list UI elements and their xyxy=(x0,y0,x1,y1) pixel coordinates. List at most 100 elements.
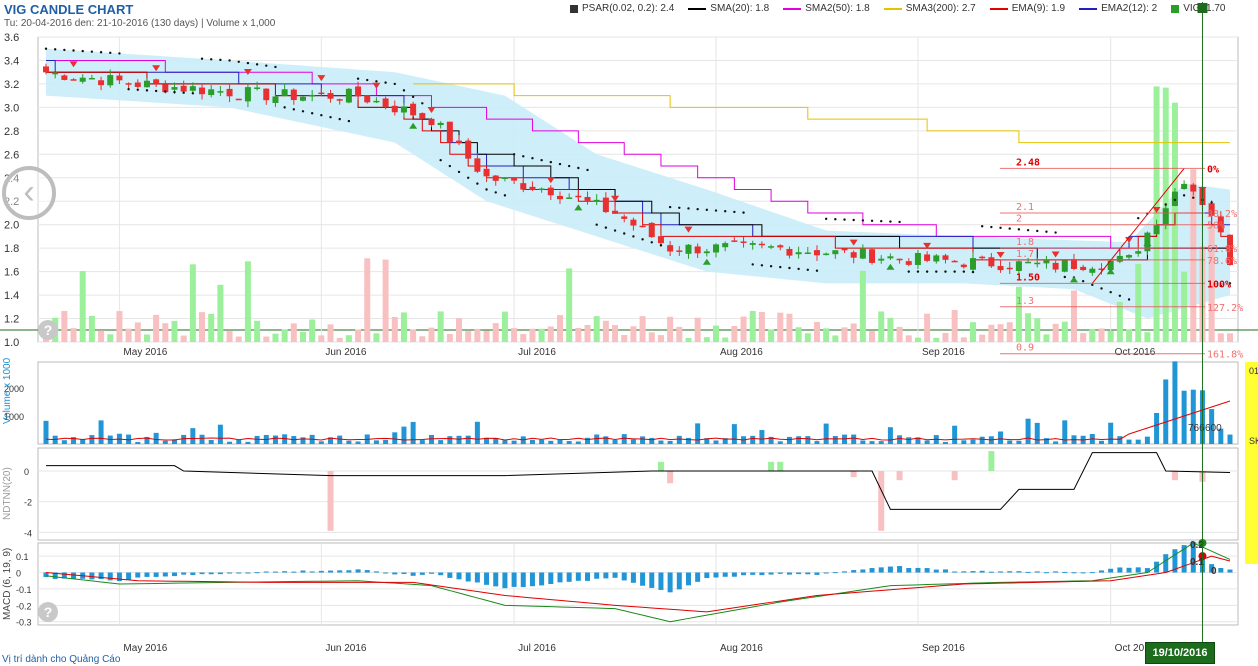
fib-percent-label: 38.2% xyxy=(1207,209,1237,220)
volume-bar xyxy=(1117,436,1123,444)
volume-overlay-bar xyxy=(887,317,894,342)
candle-body xyxy=(1034,262,1041,265)
psar-dot xyxy=(1045,230,1048,233)
volume-bar xyxy=(667,440,673,444)
candle-body xyxy=(786,248,793,256)
psar-dot xyxy=(384,81,387,84)
volume-overlay-bar xyxy=(768,329,775,342)
candle-body xyxy=(309,94,316,97)
volume-overlay-bar xyxy=(364,258,371,342)
candle-body xyxy=(1126,255,1133,258)
volume-overlay-bar xyxy=(1070,290,1077,342)
stock-chart-canvas[interactable]: 1.01.21.41.61.82.02.22.42.62.83.03.23.43… xyxy=(0,0,1258,666)
candle-body xyxy=(70,79,77,81)
macd-histogram-bar xyxy=(1016,571,1022,573)
candle-body xyxy=(960,264,967,268)
macd-histogram-bar xyxy=(759,572,765,576)
volume-overlay-bar xyxy=(263,336,270,342)
fib-percent-label: 61.8% xyxy=(1207,244,1237,255)
candle-body xyxy=(410,103,417,116)
candle-body xyxy=(428,118,435,126)
volume-overlay-bar xyxy=(244,261,251,342)
psar-dot xyxy=(714,209,718,212)
macd-histogram-bar xyxy=(1218,567,1224,573)
volume-overlay-bar xyxy=(446,333,453,342)
volume-overlay-bar xyxy=(98,330,105,342)
candle-body xyxy=(832,250,839,255)
candle-body xyxy=(859,248,866,259)
volume-bar xyxy=(1053,441,1059,444)
volume-bar xyxy=(135,441,141,444)
macd-histogram-bar xyxy=(153,572,159,577)
volume-overlay-bar xyxy=(79,271,86,342)
cursor-date-label: 19/10/2016 xyxy=(1145,642,1215,664)
candle-body xyxy=(116,75,123,81)
volume-overlay-bar xyxy=(1098,328,1105,342)
macd-histogram-bar xyxy=(520,572,526,588)
volume-bar xyxy=(612,440,618,444)
volume-bar xyxy=(548,440,554,444)
volume-bar xyxy=(438,440,444,444)
candle-body xyxy=(465,140,472,159)
volume-bar xyxy=(1144,436,1150,444)
volume-bar xyxy=(970,439,976,444)
volume-bar xyxy=(786,436,792,444)
macd-histogram-bar xyxy=(309,571,315,573)
volume-bar xyxy=(832,436,838,444)
volume-overlay-bar xyxy=(355,329,362,342)
side-panel-text-top: 01 xyxy=(1249,366,1258,376)
ndtnn-bar xyxy=(667,471,674,484)
psar-dot xyxy=(347,119,351,123)
psar-dot xyxy=(109,51,112,55)
volume-overlay-bar xyxy=(621,335,628,342)
volume-overlay-bar xyxy=(153,314,160,342)
fib-value-label: 2.48 xyxy=(1016,157,1040,168)
candle-body xyxy=(970,258,977,270)
volume-bar xyxy=(1034,422,1040,444)
macd-histogram-bar xyxy=(447,572,453,578)
psar-dot xyxy=(687,207,690,210)
candle-body xyxy=(501,177,508,179)
candle-body xyxy=(226,88,233,97)
candle-body xyxy=(217,91,224,93)
volume-bar xyxy=(952,425,958,444)
volume-bar xyxy=(649,437,655,444)
macd-histogram-bar xyxy=(419,572,425,575)
volume-overlay-bar xyxy=(859,270,866,342)
help-button-price[interactable]: ? xyxy=(38,320,58,340)
volume-overlay-bar xyxy=(1217,333,1224,342)
volume-bar xyxy=(658,440,664,444)
candle-body xyxy=(43,66,49,73)
volume-overlay-bar xyxy=(676,326,683,342)
macd-histogram-bar xyxy=(621,572,627,581)
macd-histogram-bar xyxy=(842,571,848,573)
volume-overlay-bar xyxy=(667,316,674,342)
psar-dot xyxy=(540,158,543,162)
macd-histogram-bar xyxy=(1043,572,1049,574)
psar-dot xyxy=(173,90,176,94)
candle-body xyxy=(630,219,637,226)
candle-body xyxy=(1043,260,1050,264)
volume-overlay-bar xyxy=(584,324,591,342)
psar-dot xyxy=(1100,287,1103,290)
volume-bar xyxy=(181,434,187,444)
volume-overlay-bar xyxy=(492,323,499,342)
macd-histogram-bar xyxy=(456,572,462,580)
macd-histogram-bar xyxy=(786,572,792,575)
macd-histogram-bar xyxy=(640,572,646,586)
volume-bar xyxy=(428,434,434,444)
help-button-macd[interactable]: ? xyxy=(38,602,58,622)
volume-bar xyxy=(1126,439,1132,444)
volume-overlay-bar xyxy=(456,318,463,342)
volume-bar xyxy=(236,440,242,444)
candle-body xyxy=(639,225,646,228)
volume-overlay-bar xyxy=(1043,334,1050,342)
macd-histogram-bar xyxy=(511,572,517,587)
psar-dot xyxy=(898,220,901,224)
macd-histogram-bar xyxy=(493,572,499,587)
previous-period-button[interactable]: ‹ xyxy=(2,166,56,220)
candle-body xyxy=(951,260,958,263)
advertisement-link[interactable]: Vị trí dành cho Quảng Cáo xyxy=(2,654,120,665)
macd-histogram-bar xyxy=(685,572,691,586)
psar-dot xyxy=(659,244,663,247)
